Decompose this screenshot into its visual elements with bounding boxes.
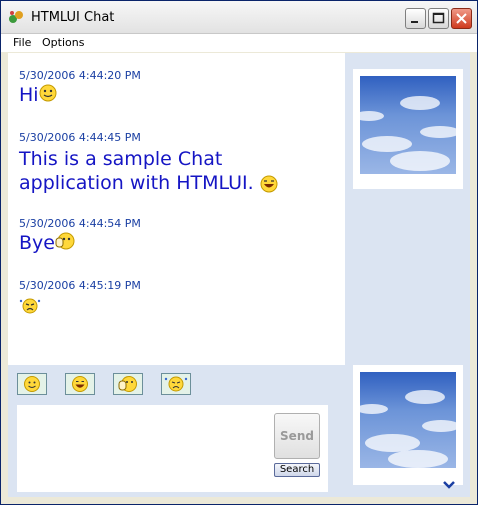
minimize-icon (411, 21, 418, 23)
smile-icon (24, 376, 40, 392)
emote-button-laugh[interactable] (65, 373, 95, 395)
chat-history[interactable]: 5/30/2006 4:44:20 PM Hi 5/30/2006 4:44:4… (8, 53, 345, 365)
maximize-button[interactable] (428, 8, 449, 29)
remote-user-avatar (353, 69, 463, 189)
message-timestamp: 5/30/2006 4:45:19 PM (19, 279, 141, 292)
emote-button-smile[interactable] (17, 373, 47, 395)
chat-message: 5/30/2006 4:44:54 PM Bye (19, 217, 141, 254)
maximize-icon (432, 12, 445, 24)
send-button[interactable]: Send (274, 413, 320, 459)
wave-icon (55, 232, 75, 250)
laugh-icon (260, 175, 278, 192)
chevron-down-icon[interactable] (443, 480, 455, 490)
menu-file[interactable]: File (13, 36, 31, 49)
menu-bar: File Options (1, 34, 477, 52)
minimize-button[interactable] (405, 8, 426, 29)
close-icon (456, 13, 467, 24)
emoticon-bar (8, 365, 345, 405)
sky-photo (360, 372, 456, 468)
laugh-icon (72, 376, 88, 392)
chat-message: 5/30/2006 4:44:20 PM Hi (19, 69, 141, 106)
client-area: 5/30/2006 4:44:20 PM Hi 5/30/2006 4:44:4… (8, 53, 470, 497)
window-title: HTMLUI Chat (31, 10, 115, 25)
avatar-panel (345, 53, 470, 365)
chat-message: 5/30/2006 4:45:19 PM (19, 279, 141, 316)
emote-button-wave[interactable] (113, 373, 143, 395)
close-button[interactable] (451, 8, 472, 29)
emote-button-cry[interactable] (161, 373, 191, 395)
message-timestamp: 5/30/2006 4:44:54 PM (19, 217, 141, 230)
message-text: application with HTMLUI. (19, 172, 254, 194)
smile-icon (39, 84, 57, 102)
menu-options[interactable]: Options (42, 36, 84, 49)
title-bar: HTMLUI Chat (1, 1, 477, 34)
chat-app-icon (9, 11, 23, 23)
message-timestamp: 5/30/2006 4:44:20 PM (19, 69, 141, 82)
message-text: Hi (19, 84, 39, 106)
search-button[interactable]: Search (274, 463, 320, 477)
sky-photo (360, 76, 456, 174)
cry-icon (19, 298, 41, 313)
local-user-avatar (353, 365, 463, 489)
wave-icon (118, 376, 137, 392)
cry-icon (164, 376, 188, 392)
message-input[interactable] (21, 409, 261, 487)
message-timestamp: 5/30/2006 4:44:45 PM (19, 131, 141, 144)
message-text: Bye (19, 232, 55, 254)
message-input-area: Send Search (17, 405, 328, 492)
message-text: This is a sample Chat (19, 148, 223, 170)
chat-message: 5/30/2006 4:44:45 PM This is a sample Ch… (19, 131, 278, 195)
chat-window: HTMLUI Chat File Options 5/30/2006 4:44:… (0, 0, 478, 505)
